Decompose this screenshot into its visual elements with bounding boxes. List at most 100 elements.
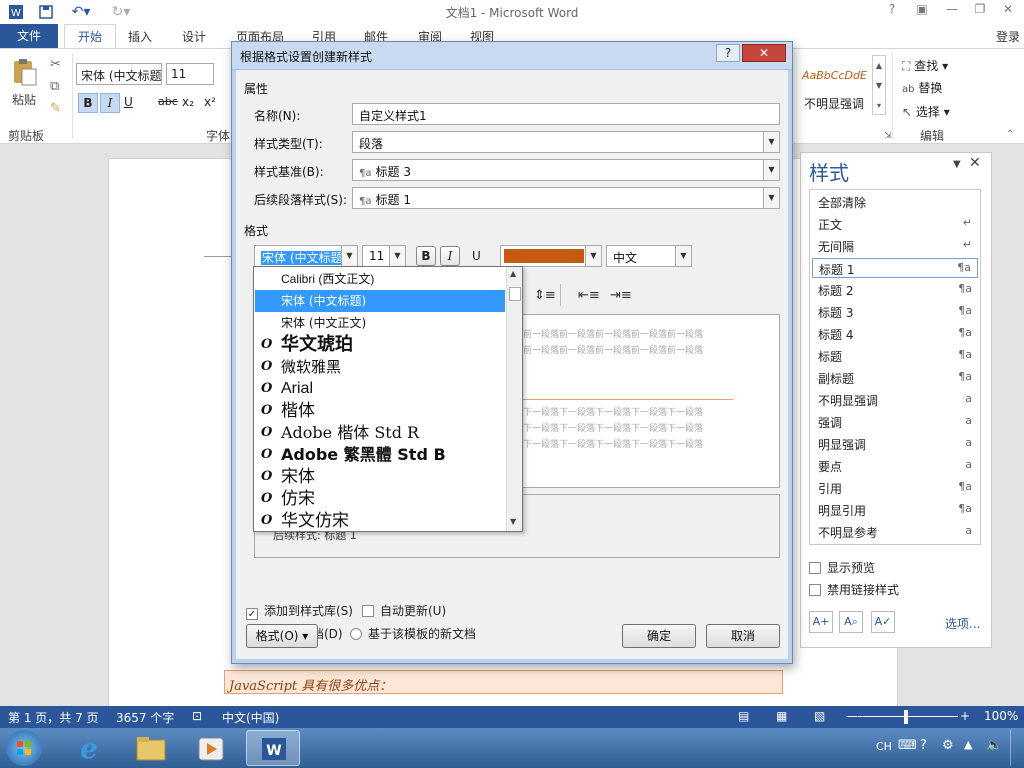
keyboard-icon[interactable]: ⌨: [898, 738, 917, 753]
ribbon-font-name[interactable]: 宋体 (中文标题: [76, 63, 162, 85]
font-option[interactable]: O Arial: [255, 378, 505, 400]
style-gallery-name[interactable]: 不明显强调: [804, 95, 864, 112]
format-menu-button[interactable]: 格式(O) ▾: [246, 624, 318, 648]
subscript-button[interactable]: x₂: [182, 95, 194, 109]
tray-expand-icon[interactable]: ▲: [964, 738, 972, 751]
select-button[interactable]: ↖ 选择 ▾: [902, 103, 950, 120]
ime-indicator[interactable]: CH: [876, 740, 892, 753]
explorer-taskbar-button[interactable]: [124, 730, 178, 766]
new-style-icon[interactable]: A+: [809, 611, 833, 633]
replace-button[interactable]: ab 替换: [902, 79, 942, 96]
pane-options-icon[interactable]: ▼: [953, 159, 961, 170]
style-item[interactable]: 明显引用 ¶a: [812, 500, 978, 520]
close-icon[interactable]: ✕: [996, 2, 1020, 20]
format-italic-button[interactable]: I: [440, 246, 460, 266]
style-item[interactable]: 标题 1 ¶a: [812, 258, 978, 278]
font-dropdown-list[interactable]: Calibri (西文正文) 宋体 (中文标题) 宋体 (中文正文) O 华文琥珀 O 微软…: [253, 266, 523, 532]
tab-design[interactable]: 设计: [182, 28, 206, 45]
font-option[interactable]: O 仿宋: [255, 488, 505, 510]
proofing-icon[interactable]: ⊡: [192, 709, 202, 723]
zoom-out-icon[interactable]: —: [846, 709, 858, 723]
start-button[interactable]: [6, 730, 42, 766]
minimize-icon[interactable]: —: [940, 2, 964, 20]
zoom-slider-thumb[interactable]: [904, 710, 908, 724]
zoom-level[interactable]: 100%: [984, 709, 1018, 723]
copy-icon[interactable]: ⧉: [50, 79, 59, 94]
tab-home[interactable]: 开始: [64, 24, 116, 49]
format-painter-icon[interactable]: ✎: [50, 101, 61, 116]
format-bold-button[interactable]: B: [416, 246, 436, 266]
help-tray-icon[interactable]: ?: [920, 738, 927, 753]
find-button[interactable]: ⛶ 查找 ▾: [902, 57, 948, 74]
font-option[interactable]: 宋体 (中文标题): [255, 290, 505, 312]
document-text-line[interactable]: JavaScript 具有很多优点：: [224, 670, 783, 694]
scroll-up-icon[interactable]: ▲: [510, 269, 516, 278]
options-link[interactable]: 选项...: [945, 615, 980, 632]
cut-icon[interactable]: ✂: [50, 57, 61, 72]
italic-button[interactable]: I: [100, 93, 120, 113]
cancel-button[interactable]: 取消: [706, 624, 780, 648]
styles-launcher-icon[interactable]: ⇲: [884, 131, 892, 141]
increase-indent-icon[interactable]: ⇥≡: [610, 288, 632, 303]
format-language-select[interactable]: 中文 ▼: [606, 245, 692, 267]
word-taskbar-button[interactable]: W: [246, 730, 300, 766]
style-item[interactable]: 不明显参考 a: [812, 522, 978, 542]
volume-icon[interactable]: 🔈: [986, 738, 1002, 753]
pane-close-icon[interactable]: ✕: [969, 155, 981, 171]
print-layout-icon[interactable]: ▦: [776, 709, 787, 723]
style-item[interactable]: 明显强调 a: [812, 434, 978, 454]
settings-tray-icon[interactable]: ⚙: [942, 738, 954, 753]
style-base-select[interactable]: ¶a 标题 3 ▼: [352, 159, 780, 181]
dialog-close-button[interactable]: ✕: [742, 44, 786, 62]
style-item[interactable]: 标题 4 ¶a: [812, 324, 978, 344]
font-option[interactable]: 宋体 (中文正文): [255, 312, 505, 334]
ie-taskbar-button[interactable]: e: [62, 730, 116, 766]
bold-button[interactable]: B: [78, 93, 98, 113]
tab-insert[interactable]: 插入: [128, 28, 152, 45]
line-spacing-icon[interactable]: ⇕≡: [534, 288, 556, 303]
login-link[interactable]: 登录: [996, 28, 1020, 45]
manage-styles-icon[interactable]: A✓: [871, 611, 895, 633]
disable-linked-checkbox[interactable]: 禁用链接样式: [809, 581, 899, 598]
format-font-select[interactable]: 宋体 (中文标题) ▼: [254, 245, 358, 267]
word-count[interactable]: 3657 个字: [116, 709, 174, 726]
style-item[interactable]: 副标题 ¶a: [812, 368, 978, 388]
paste-label[interactable]: 粘贴: [12, 91, 36, 108]
style-type-select[interactable]: 段落 ▼: [352, 131, 780, 153]
scroll-down-icon[interactable]: ▼: [510, 517, 516, 526]
show-desktop-button[interactable]: [1010, 730, 1022, 766]
format-size-select[interactable]: 11 ▼: [362, 245, 406, 267]
style-item[interactable]: 标题 3 ¶a: [812, 302, 978, 322]
dialog-title-bar[interactable]: 根据格式设置创建新样式 ? ✕: [232, 42, 792, 70]
ribbon-display-icon[interactable]: ▣: [910, 2, 934, 20]
strikethrough-button[interactable]: abc: [158, 95, 178, 108]
page-count[interactable]: 第 1 页，共 7 页: [8, 709, 99, 726]
style-item[interactable]: 强调 a: [812, 412, 978, 432]
ok-button[interactable]: 确定: [622, 624, 696, 648]
style-gallery-scroll[interactable]: ▲ ▼ ▾: [872, 55, 886, 115]
superscript-button[interactable]: x²: [204, 95, 216, 109]
web-layout-icon[interactable]: ▧: [814, 709, 825, 723]
font-color-select[interactable]: ▼: [500, 245, 602, 267]
font-option[interactable]: O Adobe 繁黑體 Std B: [255, 444, 505, 466]
ribbon-font-size[interactable]: 11: [166, 63, 214, 85]
read-mode-icon[interactable]: ▤: [738, 709, 749, 723]
style-item[interactable]: 标题 2 ¶a: [812, 280, 978, 300]
add-to-gallery-checkbox[interactable]: 添加到样式库(S): [246, 602, 353, 620]
decrease-indent-icon[interactable]: ⇤≡: [578, 288, 600, 303]
dialog-help-button[interactable]: ?: [716, 44, 740, 62]
language[interactable]: 中文(中国): [222, 709, 279, 726]
font-option[interactable]: Calibri (西文正文): [255, 268, 505, 290]
auto-update-checkbox[interactable]: 自动更新(U): [362, 602, 446, 619]
font-list-scrollbar[interactable]: ▲ ▼: [506, 267, 522, 531]
zoom-in-icon[interactable]: +: [960, 709, 970, 723]
style-item[interactable]: 无间隔 ↵: [812, 236, 978, 256]
style-item[interactable]: 正文 ↵: [812, 214, 978, 234]
underline-button[interactable]: U: [124, 95, 133, 109]
style-gallery-sample[interactable]: AaBbCcDdE: [802, 69, 867, 82]
new-from-template-radio[interactable]: 基于该模板的新文档: [350, 625, 476, 642]
paste-icon[interactable]: [10, 57, 40, 87]
font-option[interactable]: O Adobe 楷体 Std R: [255, 422, 505, 444]
next-style-select[interactable]: ¶a 标题 1 ▼: [352, 187, 780, 209]
tab-file[interactable]: 文件: [0, 24, 58, 48]
